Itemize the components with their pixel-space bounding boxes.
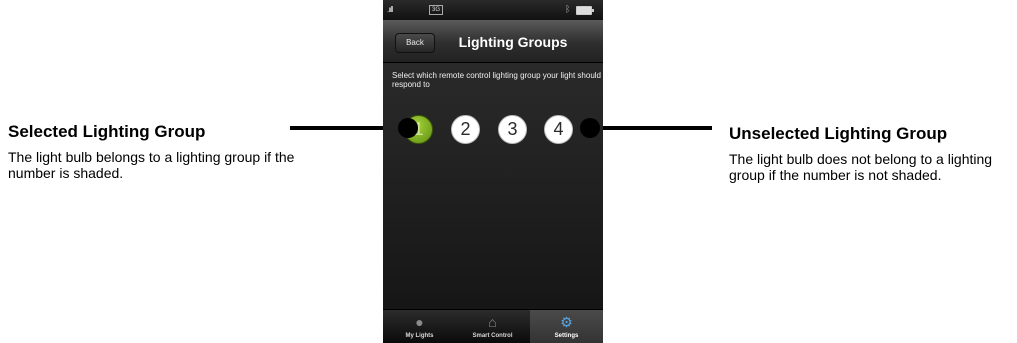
group-4-button[interactable]: 4 xyxy=(544,115,573,144)
unselected-group-callout-title: Unselected Lighting Group xyxy=(729,124,948,143)
phone-screen: .ııll 3G ᛒ Back Lighting Groups Select w… xyxy=(383,0,603,343)
tab-bar: ● My Lights ⌂ Smart Control ⚙ Settings xyxy=(383,309,603,343)
tab-my-lights-label: My Lights xyxy=(405,333,434,339)
unselected-group-callout-description: The light bulb does not belong to a ligh… xyxy=(729,151,993,183)
tab-smart-control[interactable]: ⌂ Smart Control xyxy=(456,310,529,343)
signal-icon: .ııll xyxy=(387,5,393,14)
house-gear-icon: ⌂ xyxy=(488,314,497,330)
selected-group-callout-title: Selected Lighting Group xyxy=(8,122,206,141)
tab-smart-control-label: Smart Control xyxy=(472,333,513,339)
back-button[interactable]: Back xyxy=(395,33,435,53)
instruction-text: Select which remote control lighting gro… xyxy=(392,71,602,89)
status-bar: .ııll 3G ᛒ xyxy=(383,0,603,20)
unselected-group-callout: Unselected Lighting Group The light bulb… xyxy=(729,124,1017,183)
bluetooth-icon: ᛒ xyxy=(565,4,571,14)
group-3-button[interactable]: 3 xyxy=(498,115,527,144)
right-leader-line xyxy=(592,126,712,130)
gear-icon: ⚙ xyxy=(560,314,573,330)
network-badge: 3G xyxy=(429,5,443,15)
selected-group-callout: Selected Lighting Group The light bulb b… xyxy=(8,122,298,181)
page-title: Lighting Groups xyxy=(458,34,568,50)
tab-settings[interactable]: ⚙ Settings xyxy=(530,310,603,343)
left-leader-dot xyxy=(398,118,418,138)
light-bulb-icon: ● xyxy=(415,314,424,330)
right-leader-dot xyxy=(580,118,600,138)
tab-settings-label: Settings xyxy=(554,333,579,339)
navigation-bar: Back Lighting Groups xyxy=(383,20,603,63)
selected-group-callout-description: The light bulb belongs to a lighting gro… xyxy=(8,149,295,181)
lighting-groups-content: Select which remote control lighting gro… xyxy=(383,63,603,309)
tab-my-lights[interactable]: ● My Lights xyxy=(383,310,456,343)
battery-icon xyxy=(576,6,594,15)
group-2-button[interactable]: 2 xyxy=(451,115,480,144)
